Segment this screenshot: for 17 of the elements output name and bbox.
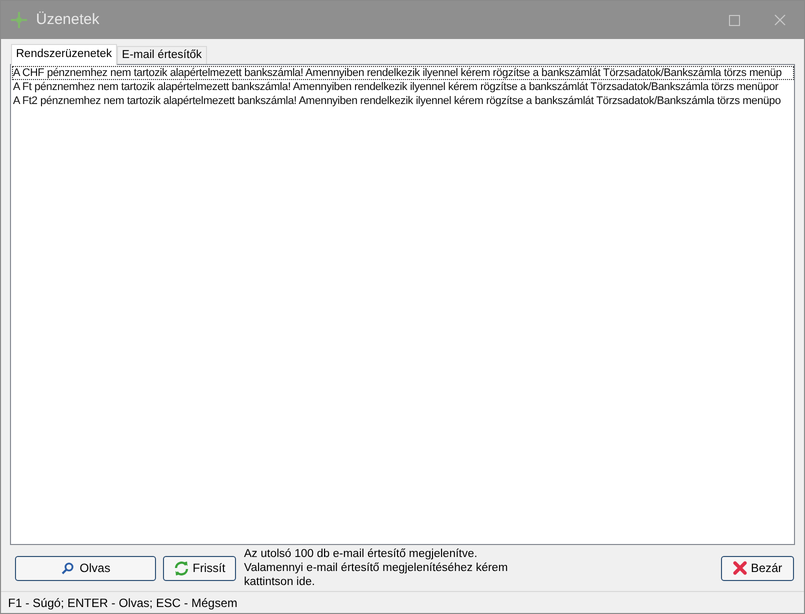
status-text: F1 - Súgó; ENTER - Olvas; ESC - Mégsem [8, 594, 238, 612]
message-row[interactable]: A Ft2 pénznemhez nem tartozik alapértelmezett bankszámla! Amennyiben rendelkezik ilyennel kérem rögzítse a bankszámlát Törzsadatok/Bankszámla törzs menüpo [12, 94, 794, 108]
app-icon [10, 11, 28, 29]
tab[interactable]: Rendszerüzenetek [11, 44, 117, 65]
close-icon[interactable] [774, 14, 786, 26]
read-button[interactable]: Olvas [15, 556, 156, 580]
tab[interactable]: E-mail értesítők [116, 46, 207, 64]
close-button[interactable]: Bezár [721, 556, 794, 580]
refresh-button[interactable]: Frissít [163, 556, 236, 580]
window-title: Üzenetek [36, 10, 100, 30]
maximize-icon[interactable] [729, 14, 740, 26]
info-text[interactable]: Az utolsó 100 db e-mail értesítő megjelenítve. Valamennyi e-mail értesítő megjelenítéséhez kérem kattintson ide. [244, 547, 534, 589]
message-row[interactable]: A Ft pénznemhez nem tartozik alapértelmezett bankszámla! Amennyiben rendelkezik ilyennel kérem rögzítse a bankszámlát Törzsadatok/Bankszámla törzs menüpor [12, 80, 794, 94]
refresh-icon [174, 560, 189, 576]
close-icon [732, 561, 747, 575]
search-icon [60, 562, 74, 574]
message-row[interactable]: A CHF pénznemhez nem tartozik alapértelmezett bankszámla! Amennyiben rendelkezik ilyennel kérem rögzítse a bankszámlát Törzsadatok/Bankszámla törzs menüp [12, 66, 794, 80]
